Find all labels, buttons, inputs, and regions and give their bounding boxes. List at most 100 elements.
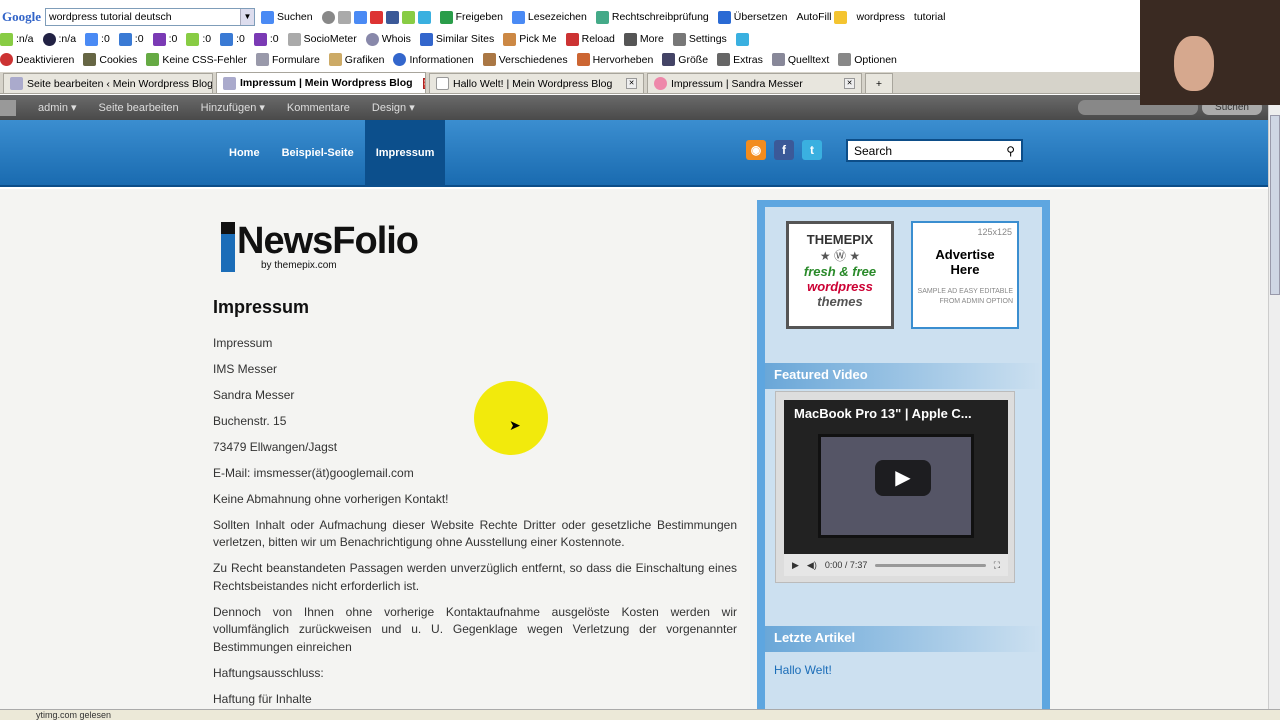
google-index-stat[interactable]: :0 — [85, 32, 110, 46]
reload-button[interactable]: Reload — [565, 32, 615, 46]
wd-optionen[interactable]: Optionen — [838, 53, 897, 66]
tab-hallo-welt[interactable]: Hallo Welt! | Mein Wordpress Blog ✕ — [429, 73, 644, 93]
wp-admin-bar: admin ▾ Seite bearbeiten Hinzufügen ▾ Ko… — [0, 95, 1268, 120]
wd-verschiedenes[interactable]: Verschiedenes — [482, 53, 568, 66]
scrollbar-thumb[interactable] — [1270, 115, 1280, 295]
browser-tabs: Seite bearbeiten ‹ Mein Wordpress Blog .… — [0, 72, 1280, 94]
site-logo[interactable]: NewsFolio by themepix.com — [221, 222, 419, 272]
pick-me-button[interactable]: Pick Me — [503, 32, 557, 46]
themepix-ad[interactable]: THEMEPIX ★ Ⓦ ★ fresh & free wordpress th… — [786, 221, 894, 329]
play-icon[interactable]: ▶ — [792, 560, 799, 571]
facebook-icon[interactable]: f — [774, 140, 794, 160]
close-icon[interactable]: ✕ — [626, 78, 637, 89]
page-icon — [337, 10, 351, 24]
video-screen[interactable]: MacBook Pro 13" | Apple C... ▶ — [784, 400, 1008, 554]
tab-seite-bearbeiten[interactable]: Seite bearbeiten ‹ Mein Wordpress Blog .… — [3, 73, 213, 93]
info-icon — [393, 53, 407, 66]
google-logo: Google — [2, 9, 41, 24]
mouse-pointer-icon: ➤ — [509, 417, 521, 433]
toolbar-rechtschreibung[interactable]: Rechtschreibprüfung — [595, 10, 709, 24]
search-icon — [261, 10, 274, 24]
sociometer-button[interactable]: SocioMeter — [287, 32, 357, 46]
wd-extras[interactable]: Extras — [717, 53, 763, 66]
bing-links-stat[interactable]: :0 — [220, 32, 245, 46]
dropdown-icon[interactable]: ▼ — [240, 9, 254, 25]
logo-mark — [221, 222, 235, 272]
video-title[interactable]: MacBook Pro 13" | Apple C... — [784, 400, 1008, 427]
adminbar-seite-bearbeiten[interactable]: Seite bearbeiten — [99, 102, 179, 114]
wd-informationen[interactable]: Informationen — [393, 53, 474, 66]
toolbar-bookmark-tutorial[interactable]: tutorial — [914, 11, 946, 23]
rss-icon[interactable]: ◉ — [746, 140, 766, 160]
wd-grafiken[interactable]: Grafiken — [328, 53, 384, 66]
toolbar-freigeben[interactable]: Freigeben — [439, 10, 503, 24]
twitter-icon[interactable]: t — [802, 140, 822, 160]
avatar[interactable] — [0, 99, 16, 116]
toolbar-suchen[interactable]: Suchen — [261, 10, 313, 24]
pagerank-stat[interactable]: :n/a — [0, 32, 34, 46]
toolbar-uebersetzen[interactable]: Übersetzen — [717, 10, 787, 24]
advertise-here-ad[interactable]: 125x125 Advertise Here SAMPLE AD EASY ED… — [911, 221, 1019, 329]
close-icon[interactable]: ✕ — [844, 78, 855, 89]
nav-beispiel-seite[interactable]: Beispiel-Seite — [271, 120, 365, 187]
wd-formulare[interactable]: Formulare — [255, 53, 320, 66]
video-player[interactable]: MacBook Pro 13" | Apple C... ▶ ▶ ◀) 0:00… — [775, 391, 1015, 583]
alexa-stat[interactable]: :n/a — [42, 32, 76, 46]
social-links: ◉ f t — [746, 140, 822, 160]
toolbar-autofill[interactable]: AutoFill — [796, 10, 848, 24]
new-tab-button[interactable]: + — [865, 73, 893, 93]
wd-cookies[interactable]: Cookies — [83, 53, 137, 66]
wd-deaktivieren[interactable]: Deaktivieren — [0, 53, 74, 66]
whois-button[interactable]: Whois — [365, 32, 411, 46]
settings-button[interactable]: Settings — [672, 32, 727, 46]
adminbar-design[interactable]: Design ▾ — [372, 101, 415, 114]
tab-favicon — [223, 76, 236, 90]
share-icon — [439, 10, 453, 24]
highlight-icon — [576, 53, 590, 66]
similar-sites-button[interactable]: Similar Sites — [419, 32, 494, 46]
article: Impressum Impressum IMS Messer Sandra Me… — [213, 297, 737, 717]
wd-css[interactable]: Keine CSS-Fehler — [146, 53, 247, 66]
search-icon[interactable]: ⚲ — [1006, 144, 1015, 158]
wd-quelltext[interactable]: Quelltext — [771, 53, 829, 66]
progress-bar[interactable] — [875, 563, 986, 567]
paragraph: Haftung für Inhalte — [213, 691, 312, 706]
recent-article-link[interactable]: Hallo Welt! — [774, 663, 832, 677]
close-icon[interactable]: ✕ — [422, 77, 425, 89]
status-bar: ytimg.com gelesen — [0, 709, 1280, 720]
toolbar-extras[interactable] — [321, 10, 431, 24]
page-title: Impressum — [213, 297, 310, 317]
paragraph: Dennoch von Ihnen ohne vorherige Kontakt… — [213, 604, 737, 654]
paragraph: Keine Abmahnung ohne vorherigen Kontakt! — [213, 491, 449, 506]
volume-icon[interactable]: ◀) — [807, 560, 817, 571]
nav-home[interactable]: Home — [218, 120, 271, 187]
wd-groesse[interactable]: Größe — [662, 53, 708, 66]
more-button[interactable]: More — [623, 32, 664, 46]
adminbar-hinzufuegen[interactable]: Hinzufügen ▾ — [201, 101, 265, 114]
yahoo-links-stat[interactable]: :0 — [253, 32, 279, 46]
toolbar-bookmark-wordpress[interactable]: wordpress — [856, 11, 904, 23]
featured-video-title: Featured Video — [765, 363, 1042, 389]
fullscreen-icon[interactable]: ⛶ — [994, 560, 1000, 571]
tab-impressum[interactable]: Impressum | Mein Wordpress Blog✕ — [216, 72, 426, 93]
pencil-icon — [834, 10, 848, 24]
sociometer-icon — [287, 32, 301, 46]
site-search-input[interactable]: Search ⚲ — [846, 139, 1023, 162]
twitter-button[interactable] — [735, 32, 749, 46]
adminbar-admin[interactable]: admin ▾ — [38, 101, 77, 114]
wd-hervorheben[interactable]: Hervorheben — [576, 53, 653, 66]
yahoo-index-stat[interactable]: :0 — [152, 32, 177, 46]
spellcheck-icon — [595, 10, 609, 24]
tab-impressum-sandra[interactable]: Impressum | Sandra Messer ✕ — [647, 73, 862, 93]
scrollbar[interactable] — [1268, 95, 1280, 709]
play-icon[interactable]: ▶ — [875, 460, 931, 496]
google-search-input[interactable]: wordpress tutorial deutsch ▼ — [45, 8, 255, 26]
yahoo-icon — [152, 32, 166, 46]
google-links-stat[interactable]: :0 — [186, 32, 211, 46]
bing-index-stat[interactable]: :0 — [118, 32, 144, 46]
nav-impressum[interactable]: Impressum — [364, 120, 446, 187]
site-header: Home Beispiel-Seite Impressum ◉ f t Sear… — [0, 120, 1268, 187]
adminbar-kommentare[interactable]: Kommentare — [287, 102, 350, 114]
toolbar-lesezeichen[interactable]: Lesezeichen — [511, 10, 587, 24]
sidebar: THEMEPIX ★ Ⓦ ★ fresh & free wordpress th… — [757, 200, 1050, 720]
